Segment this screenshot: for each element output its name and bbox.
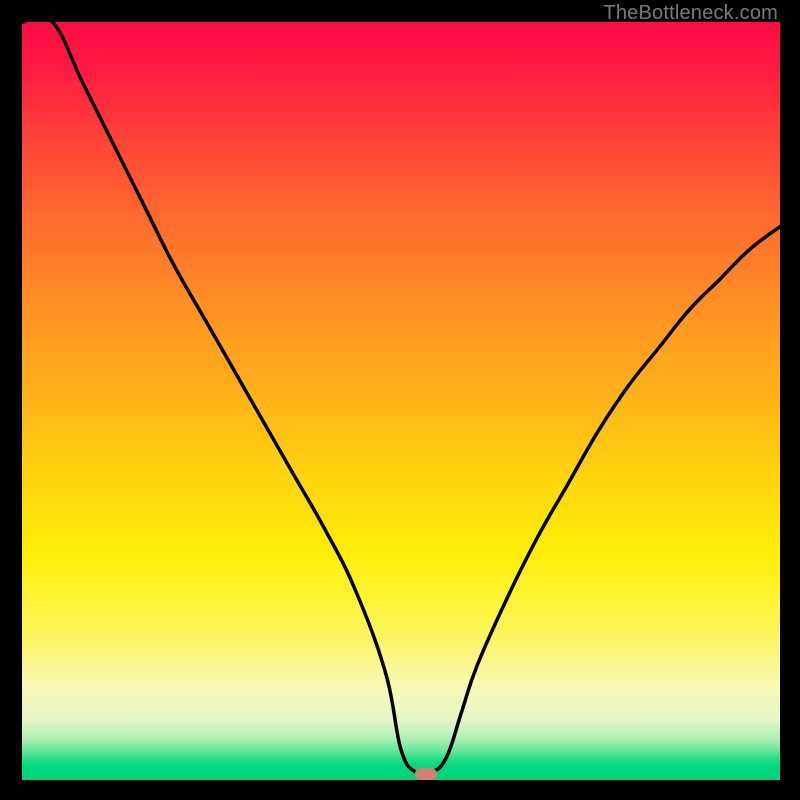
curve-svg bbox=[22, 22, 780, 780]
plot-area bbox=[22, 22, 780, 780]
watermark-label: TheBottleneck.com bbox=[603, 2, 778, 25]
bottleneck-chart: TheBottleneck.com bbox=[0, 0, 800, 800]
optimal-marker bbox=[415, 768, 437, 780]
bottleneck-curve bbox=[22, 22, 780, 775]
